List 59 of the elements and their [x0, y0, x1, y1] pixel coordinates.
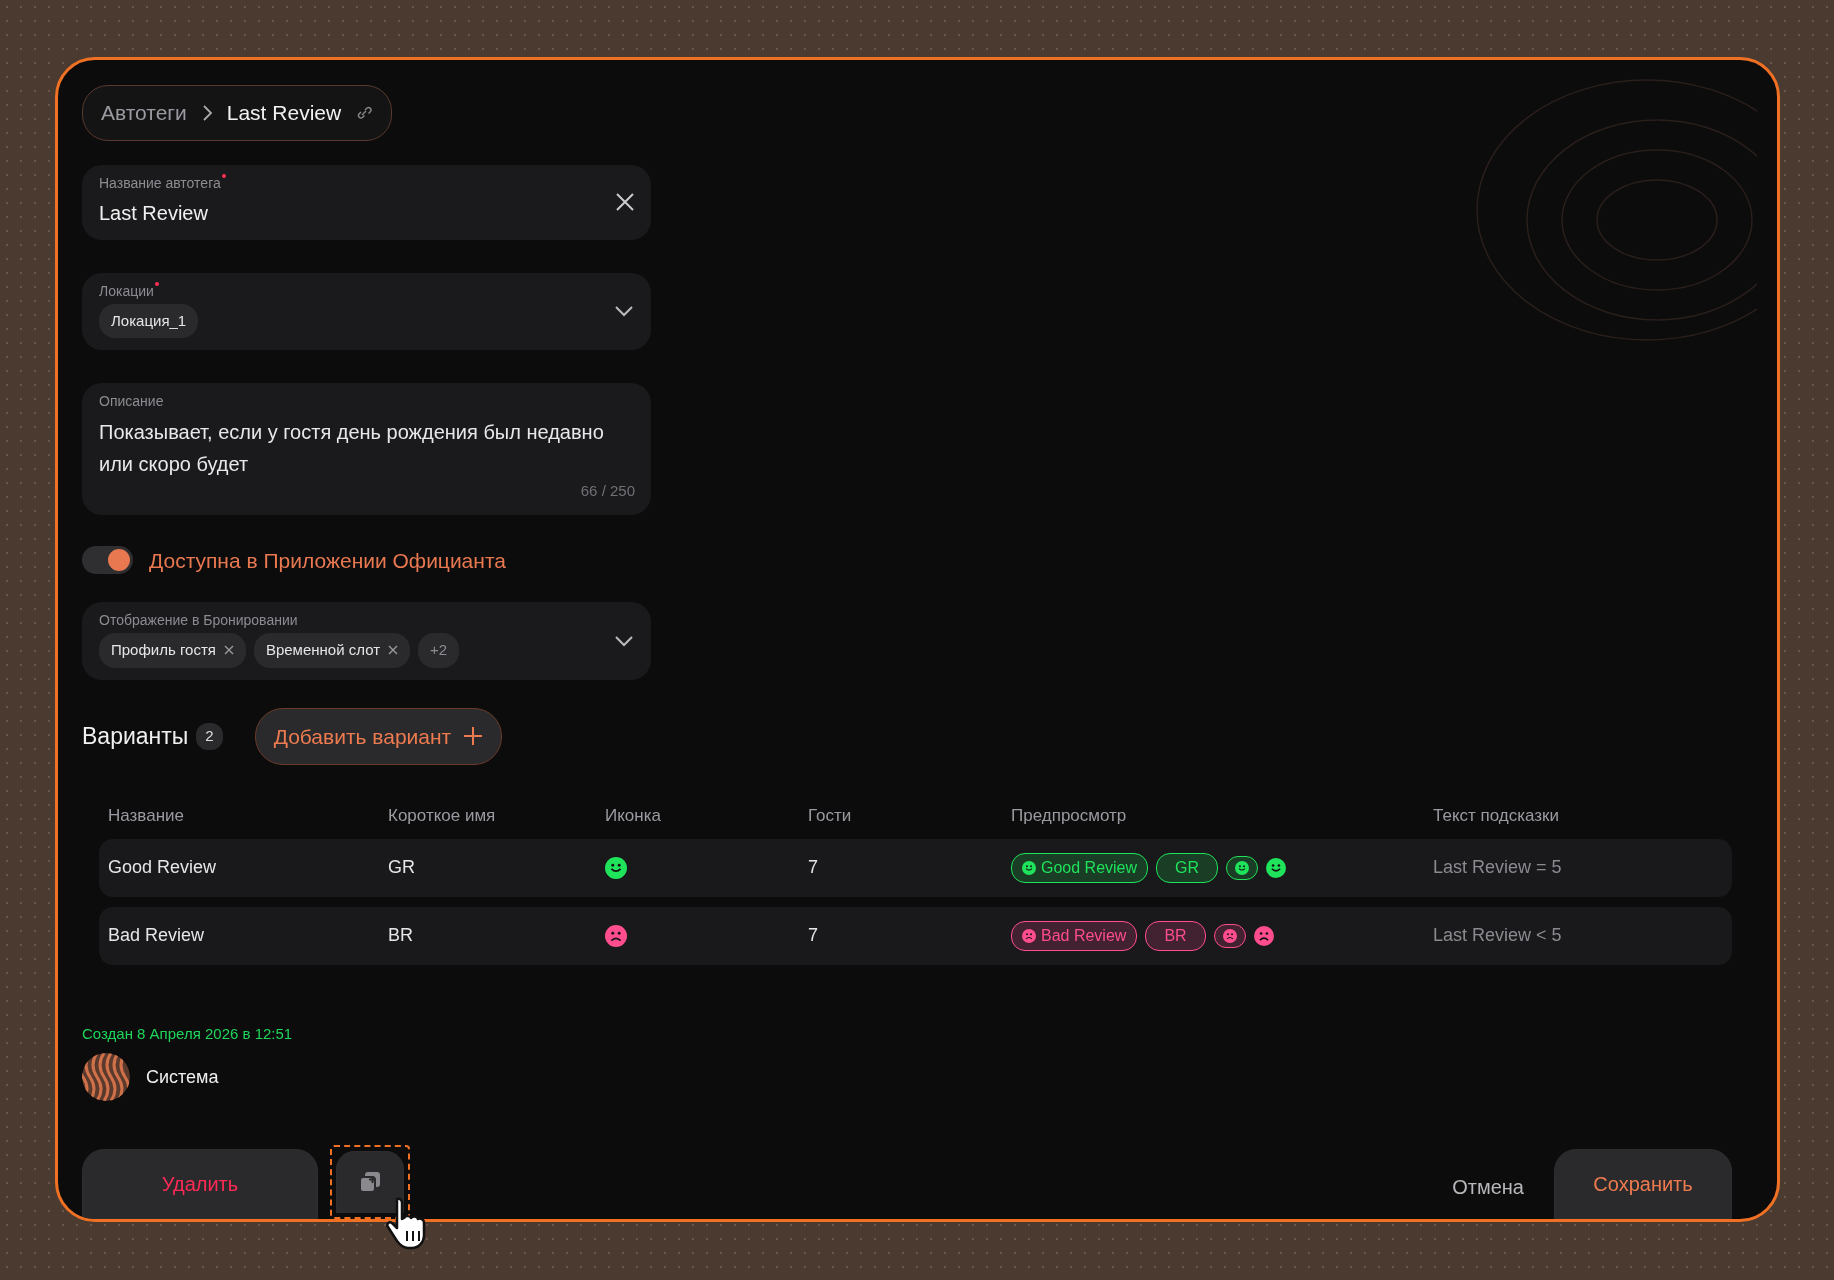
- table-cell-text: Bad Review: [108, 924, 206, 947]
- tag-chip[interactable]: Профиль гостя: [99, 633, 246, 668]
- preview-tag: BR: [1145, 920, 1206, 951]
- field-label: Отображение в Бронировании: [99, 611, 299, 629]
- toggle-label: Доступна в Приложении Официанта: [149, 547, 506, 574]
- select-field[interactable]: Локации Локация_1: [82, 272, 651, 350]
- tag-chip[interactable]: Временной слот: [253, 633, 410, 668]
- table-row[interactable]: Good Review GR 7 Good Review GR Last Review = 5: [99, 838, 1732, 897]
- add-variant-button[interactable]: Добавить вариант: [254, 707, 503, 765]
- sad-face-icon: [1022, 928, 1036, 943]
- plus-icon: [463, 726, 484, 747]
- text-input-field[interactable]: Название автотега Last Review: [82, 164, 651, 240]
- multi-select-field[interactable]: Отображение в Бронировании Профиль гостя Временной слот +2: [82, 602, 651, 680]
- column-header: Текст подсказки: [1433, 805, 1561, 827]
- chevron-right-icon: [200, 103, 213, 122]
- created-date: Создан 8 Апреля 2026 в 12:51: [82, 1023, 294, 1044]
- character-counter: 66 / 250: [579, 481, 635, 501]
- close-icon: [615, 192, 635, 212]
- table-cell-text: BR: [388, 924, 414, 947]
- breadcrumb-current: Last Review: [226, 100, 342, 126]
- table-row[interactable]: Bad Review BR 7 Bad Review BR Last Review < 5: [99, 906, 1732, 965]
- table-cell-text: 7: [808, 924, 819, 947]
- duplicate-icon: [359, 1171, 381, 1193]
- save-button[interactable]: Сохранить: [1554, 1149, 1732, 1219]
- preview-tag: GR: [1156, 852, 1219, 883]
- sad-face-icon: [1253, 925, 1274, 946]
- more-count-chip[interactable]: +2: [418, 633, 460, 668]
- toggle-switch[interactable]: [82, 546, 133, 575]
- smiley-face-icon: [1022, 860, 1036, 875]
- duplicate-button[interactable]: [336, 1151, 404, 1213]
- sad-face-icon: [1222, 928, 1237, 943]
- table-cell-text: 7: [808, 856, 819, 879]
- cancel-button[interactable]: Отмена: [1446, 1171, 1530, 1203]
- smiley-face-icon: [1235, 860, 1250, 875]
- field-label: Название автотега: [99, 173, 635, 192]
- smiley-face-icon: [1266, 857, 1287, 878]
- preview-tag: Bad Review: [1011, 920, 1138, 951]
- textarea-field[interactable]: Описание Показывает, если у гостя день рождения был недавно или скоро будет 66 / 250: [82, 383, 651, 515]
- column-header: Короткое имя: [388, 805, 497, 827]
- table-cell-text: Good Review: [108, 856, 218, 879]
- column-header: Предпросмотр: [1011, 805, 1128, 827]
- field-label: Локации: [99, 281, 635, 300]
- field-value: Показывает, если у гостя день рождения был недавно или скоро будет: [99, 420, 605, 477]
- avatar-icon: [82, 1053, 130, 1101]
- table-cell-text: GR: [388, 856, 416, 879]
- count-badge: 2: [196, 723, 223, 750]
- section-title: Варианты: [82, 722, 189, 751]
- column-header: Гости: [808, 805, 853, 827]
- column-header: Иконка: [605, 805, 662, 827]
- breadcrumb-link[interactable]: Автотеги: [101, 97, 187, 129]
- table-cell-text: Last Review = 5: [1433, 856, 1563, 879]
- field-label: Описание: [99, 392, 165, 410]
- delete-button[interactable]: Удалить: [82, 1149, 318, 1219]
- field-value: Last Review: [99, 200, 209, 226]
- table-cell-text: Last Review < 5: [1433, 924, 1563, 947]
- author-name: Система: [146, 1065, 219, 1089]
- column-header: Название: [108, 805, 185, 827]
- location-chip: Локация_1: [99, 303, 199, 338]
- preview-tag: Good Review: [1011, 852, 1149, 883]
